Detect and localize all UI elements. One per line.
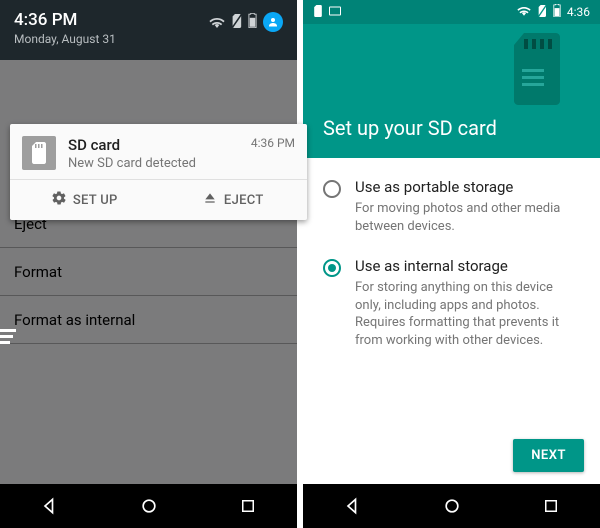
statusbar-time: 4:36 [567, 5, 590, 19]
wifi-icon [209, 13, 225, 32]
user-avatar-icon[interactable] [263, 12, 283, 32]
page-title: Set up your SD card [303, 114, 600, 140]
notification-title: SD card [68, 136, 251, 154]
menu-item-label: Format as internal [14, 311, 135, 329]
nav-recent-icon[interactable] [239, 497, 257, 515]
menu-item-format[interactable]: Format [0, 248, 297, 296]
option-internal-storage[interactable]: Use as internal storage For storing anyt… [323, 257, 580, 349]
nav-bar [0, 484, 297, 528]
storage-context-menu: Eject Format Format as internal [0, 200, 297, 344]
nav-home-icon[interactable] [442, 496, 462, 516]
sd-card-icon [22, 136, 56, 170]
option-portable-storage[interactable]: Use as portable storage For moving photo… [323, 178, 580, 235]
setup-button[interactable]: SET UP [10, 180, 159, 220]
option-label: Use as portable storage [355, 178, 580, 196]
left-screenshot: 4:36 PM Monday, August 31 [0, 0, 297, 528]
next-button[interactable]: NEXT [513, 439, 584, 472]
next-button-label: NEXT [531, 448, 566, 463]
status-bar: 4:36 [303, 0, 600, 24]
no-sim-icon [537, 5, 547, 20]
statusbar-time: 4:36 PM [14, 10, 116, 30]
gear-icon [51, 190, 67, 210]
battery-icon [553, 4, 561, 20]
nav-recent-icon[interactable] [542, 497, 560, 515]
notification-time: 4:36 PM [251, 136, 295, 171]
eject-button-label: EJECT [224, 193, 264, 208]
eject-button[interactable]: EJECT [159, 180, 308, 220]
radio-icon[interactable] [323, 259, 341, 277]
wifi-icon [517, 5, 531, 19]
right-screenshot: 4:36 Set up your SD card [303, 0, 600, 528]
setup-button-label: SET UP [73, 193, 118, 208]
battery-icon [248, 13, 257, 32]
nav-bar [303, 484, 600, 528]
option-description: For moving photos and other media betwee… [355, 200, 580, 235]
clear-all-button[interactable] [0, 329, 287, 351]
screenshot-status-icon [329, 5, 341, 19]
notification-shade-header: 4:36 PM Monday, August 31 [0, 0, 297, 60]
storage-options: Use as portable storage For moving photo… [303, 158, 600, 429]
sd-card-notification[interactable]: SD card New SD card detected 4:36 PM SET… [10, 124, 307, 220]
option-description: For storing anything on this device only… [355, 279, 580, 349]
eject-icon [202, 190, 218, 210]
radio-icon[interactable] [323, 180, 341, 198]
option-label: Use as internal storage [355, 257, 580, 275]
nav-home-icon[interactable] [139, 496, 159, 516]
notification-subtitle: New SD card detected [68, 156, 251, 171]
setup-hero: 4:36 Set up your SD card [303, 0, 600, 158]
no-sim-icon [231, 13, 242, 32]
nav-back-icon[interactable] [40, 496, 60, 516]
statusbar-date: Monday, August 31 [14, 32, 116, 46]
menu-item-label: Format [14, 263, 62, 281]
nav-back-icon[interactable] [343, 496, 363, 516]
footer: NEXT [303, 429, 600, 484]
sd-card-status-icon [313, 5, 323, 20]
hero-art [303, 24, 600, 114]
